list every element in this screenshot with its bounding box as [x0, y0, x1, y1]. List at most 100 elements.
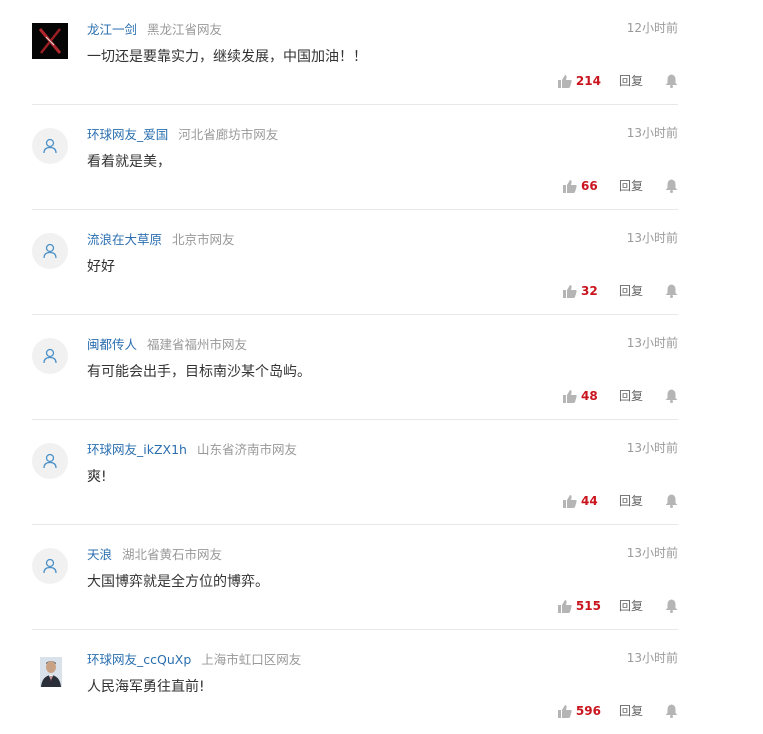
comment-text: 爽! [87, 469, 107, 485]
comment-text: 人民海军勇往直前! [87, 679, 205, 695]
username[interactable]: 环球网友_ccQuXp [87, 652, 191, 667]
avatar[interactable] [32, 443, 68, 479]
comment-actions: 214 回复 [557, 72, 678, 89]
like-button[interactable]: 214 [557, 73, 601, 88]
reply-button[interactable]: 回复 [619, 387, 643, 404]
bell-icon [665, 389, 678, 403]
bell-icon [665, 284, 678, 298]
like-count: 48 [580, 388, 598, 403]
thumbs-up-icon [557, 74, 572, 88]
timestamp: 13小时前 [626, 651, 678, 665]
like-button[interactable]: 515 [557, 598, 601, 613]
username[interactable]: 天浪 [87, 547, 112, 562]
like-count: 214 [575, 73, 601, 88]
avatar[interactable] [32, 548, 68, 584]
like-button[interactable]: 66 [562, 179, 601, 193]
timestamp: 13小时前 [626, 546, 678, 560]
default-user-icon [43, 243, 57, 259]
notify-button[interactable] [665, 389, 678, 403]
timestamp: 13小时前 [626, 336, 678, 350]
thumbs-up-icon [562, 284, 577, 298]
comment-actions: 44 回复 [562, 492, 678, 509]
user-location: 湖北省黄石市网友 [122, 547, 223, 562]
bell-icon [665, 704, 678, 718]
username[interactable]: 流浪在大草原 [87, 232, 162, 247]
default-user-icon [43, 348, 57, 364]
comment-meta: 龙江一剑 黑龙江省网友 [87, 19, 222, 38]
comment-actions: 32 回复 [562, 282, 678, 299]
reply-button[interactable]: 回复 [619, 597, 643, 614]
reply-button[interactable]: 回复 [619, 177, 643, 194]
avatar[interactable] [32, 338, 68, 374]
user-location: 北京市网友 [172, 232, 235, 247]
x-logo-avatar-icon [32, 23, 68, 59]
like-count: 44 [580, 493, 598, 508]
username[interactable]: 龙江一剑 [87, 22, 137, 37]
comment-actions: 66 回复 [562, 177, 678, 194]
default-user-icon [43, 138, 57, 154]
timestamp: 13小时前 [626, 231, 678, 245]
notify-button[interactable] [665, 179, 678, 193]
username[interactable]: 环球网友_爱国 [87, 127, 168, 142]
thumbs-up-icon [562, 389, 577, 403]
reply-button[interactable]: 回复 [619, 492, 643, 509]
comment-meta: 环球网友_ccQuXp 上海市虹口区网友 [87, 649, 301, 668]
comment-item: 闽都传人 福建省福州市网友 13小时前 有可能会出手，目标南沙某个岛屿。 48 回… [32, 315, 678, 420]
avatar[interactable] [32, 23, 68, 59]
notify-button[interactable] [665, 74, 678, 88]
bell-icon [665, 599, 678, 613]
portrait-photo-avatar-icon [40, 657, 62, 687]
comment-meta: 环球网友_爱国 河北省廊坊市网友 [87, 124, 278, 143]
like-button[interactable]: 32 [562, 283, 601, 298]
avatar[interactable] [32, 233, 68, 269]
timestamp: 13小时前 [626, 441, 678, 455]
comment-text: 有可能会出手，目标南沙某个岛屿。 [87, 364, 311, 380]
notify-button[interactable] [665, 599, 678, 613]
user-location: 上海市虹口区网友 [201, 652, 302, 667]
comment-text: 看着就是美， [87, 154, 171, 170]
comment-actions: 515 回复 [557, 597, 678, 614]
comment-item: 龙江一剑 黑龙江省网友 12小时前 一切还是要靠实力，继续发展，中国加油！！ 21… [32, 0, 678, 105]
like-count: 515 [575, 598, 601, 613]
timestamp: 12小时前 [626, 21, 678, 35]
comment-item: 环球网友_爱国 河北省廊坊市网友 13小时前 看着就是美， 66 回复 [32, 105, 678, 210]
thumbs-up-icon [557, 704, 572, 718]
reply-button[interactable]: 回复 [619, 282, 643, 299]
user-location: 河北省廊坊市网友 [178, 127, 279, 142]
notify-button[interactable] [665, 704, 678, 718]
reply-button[interactable]: 回复 [619, 72, 643, 89]
reply-button[interactable]: 回复 [619, 702, 643, 719]
comment-text: 大国博弈就是全方位的博弈。 [87, 574, 269, 590]
comment-actions: 48 回复 [562, 387, 678, 404]
comment-actions: 596 回复 [557, 702, 678, 719]
thumbs-up-icon [562, 179, 577, 193]
notify-button[interactable] [665, 494, 678, 508]
avatar[interactable] [40, 657, 62, 687]
default-user-icon [43, 453, 57, 469]
notify-button[interactable] [665, 284, 678, 298]
comment-item: 天浪 湖北省黄石市网友 13小时前 大国博弈就是全方位的博弈。 515 回复 [32, 525, 678, 630]
comment-meta: 环球网友_ikZX1h 山东省济南市网友 [87, 439, 297, 458]
user-location: 福建省福州市网友 [147, 337, 248, 352]
comment-meta: 天浪 湖北省黄石市网友 [87, 544, 222, 563]
bell-icon [665, 179, 678, 193]
comment-item: 环球网友_ccQuXp 上海市虹口区网友 13小时前 人民海军勇往直前! 596 … [32, 630, 678, 734]
avatar[interactable] [32, 128, 68, 164]
like-count: 32 [580, 283, 598, 298]
like-button[interactable]: 48 [562, 388, 601, 403]
thumbs-up-icon [562, 494, 577, 508]
like-button[interactable]: 596 [557, 703, 601, 718]
bell-icon [665, 494, 678, 508]
username[interactable]: 环球网友_ikZX1h [87, 442, 187, 457]
comment-meta: 流浪在大草原 北京市网友 [87, 229, 235, 248]
bell-icon [665, 74, 678, 88]
comment-text: 一切还是要靠实力，继续发展，中国加油！！ [87, 49, 367, 65]
comment-item: 环球网友_ikZX1h 山东省济南市网友 13小时前 爽! 44 回复 [32, 420, 678, 525]
username[interactable]: 闽都传人 [87, 337, 137, 352]
like-button[interactable]: 44 [562, 493, 601, 508]
like-count: 596 [575, 703, 601, 718]
default-user-icon [43, 558, 57, 574]
comment-meta: 闽都传人 福建省福州市网友 [87, 334, 247, 353]
comment-list: 龙江一剑 黑龙江省网友 12小时前 一切还是要靠实力，继续发展，中国加油！！ 21… [32, 0, 678, 734]
comment-item: 流浪在大草原 北京市网友 13小时前 好好 32 回复 [32, 210, 678, 315]
